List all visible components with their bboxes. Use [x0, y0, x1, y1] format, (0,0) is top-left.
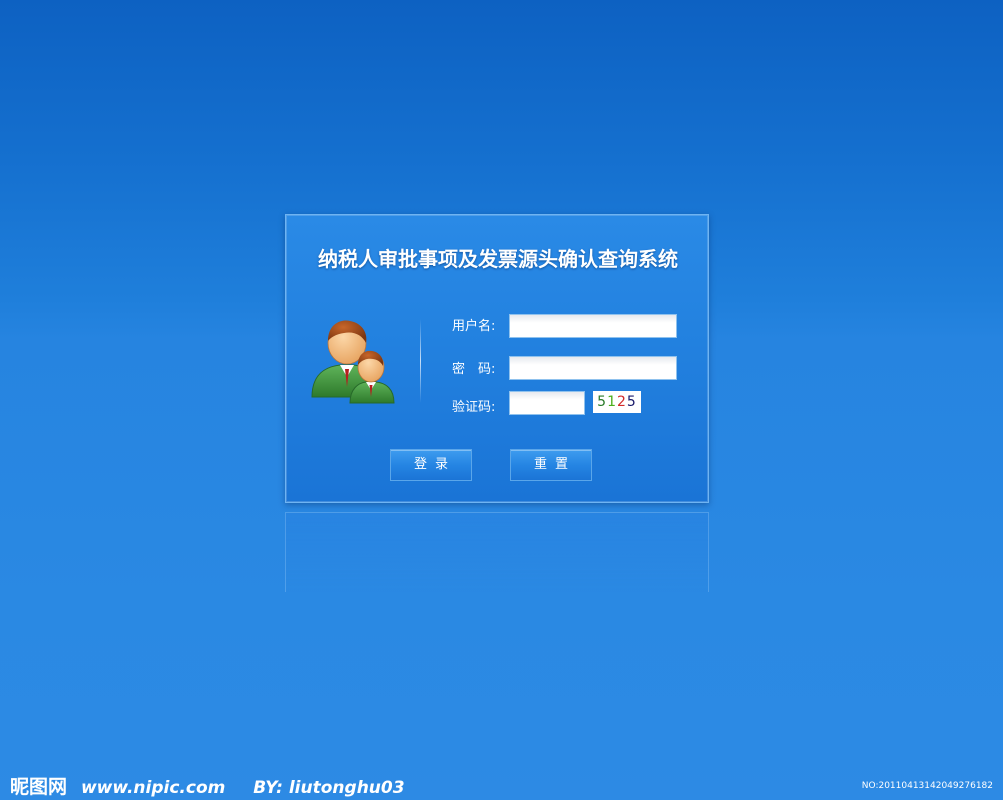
password-label: 密 码:: [452, 362, 496, 377]
watermark: 昵图网 www.nipic.com BY: liutonghu03: [10, 772, 405, 799]
password-input[interactable]: [509, 356, 677, 380]
login-panel: 纳税人审批事项及发票源头确认查询系统 用户名: 密 码: 验证码: 5125 登…: [285, 214, 709, 503]
system-title: 纳税人审批事项及发票源头确认查询系统: [318, 247, 678, 271]
watermark-url: www.nipic.com: [80, 778, 226, 798]
reset-button[interactable]: 重置: [510, 449, 592, 481]
panel-reflection: [285, 512, 709, 592]
watermark-author: BY: liutonghu03: [253, 778, 405, 798]
image-serial: NO:20110413142049276182: [861, 781, 993, 791]
captcha-label: 验证码:: [452, 400, 496, 415]
captcha-digit: 5: [626, 394, 637, 410]
captcha-image[interactable]: 5125: [593, 391, 641, 413]
watermark-brand: 昵图网: [10, 776, 68, 798]
captcha-digit: 5: [597, 394, 608, 410]
captcha-digit: 1: [607, 394, 617, 410]
captcha-input[interactable]: [509, 391, 585, 415]
captcha-digit: 2: [617, 394, 627, 410]
vertical-divider: [420, 319, 421, 403]
login-button[interactable]: 登录: [390, 449, 472, 481]
username-input[interactable]: [509, 314, 677, 338]
username-label: 用户名:: [452, 319, 496, 334]
users-icon: [311, 320, 395, 404]
